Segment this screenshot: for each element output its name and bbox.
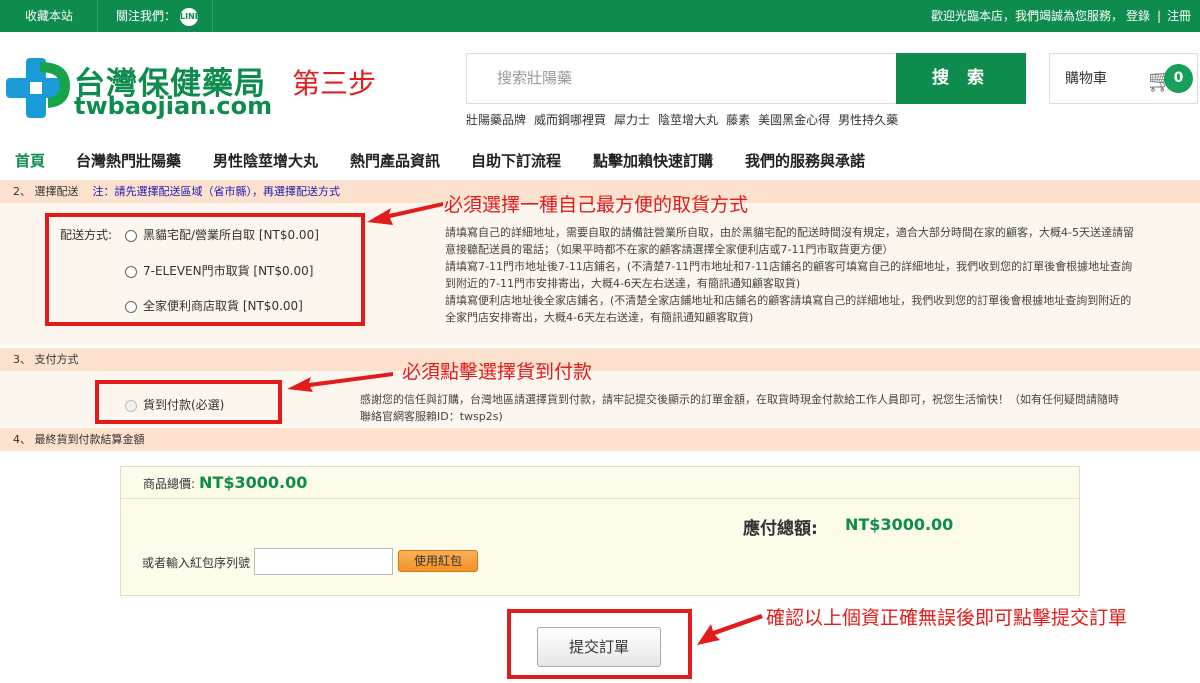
follow-us-link[interactable]: 關注我們： LINE <box>116 0 200 32</box>
nav-item-popular-products[interactable]: 台灣熱門壯陽藥 <box>76 146 181 176</box>
subtotal-row: 商品總價: NT$3000.00 <box>121 467 1079 499</box>
login-link[interactable]: 登錄 <box>1126 0 1150 32</box>
submit-highlight-box <box>507 609 692 679</box>
total-section-title: 4、 最終貨到付款結算金額 <box>13 433 145 446</box>
coupon-label: 或者輸入紅包序列號 <box>142 556 251 570</box>
hot-keyword-link[interactable]: 男性持久藥 <box>838 113 898 127</box>
medical-cross-icon <box>6 58 70 118</box>
coupon-code-input[interactable] <box>254 548 393 575</box>
site-logo[interactable]: 台灣保健藥局 twbaojian.com <box>4 56 272 122</box>
shipping-description: 請填寫自己的詳細地址，需要自取的請備註營業所自取，由於黑貓宅配的配送時間沒有規定… <box>445 224 1200 326</box>
nav-item-home[interactable]: 首頁 <box>15 146 45 176</box>
total-section-header: 4、 最終貨到付款結算金額 <box>0 428 1200 451</box>
hot-keyword-link[interactable]: 壯陽藥品牌 <box>466 113 526 127</box>
shipping-callout: 必須選擇一種自己最方便的取貨方式 <box>444 194 749 216</box>
payment-section-title: 3、 支付方式 <box>13 353 79 366</box>
shipping-arrow-icon <box>367 202 443 225</box>
shipping-description-line: 到附近的7-11門市安排寄出，大概4-6天左右送達，有簡訊通知顧客取貨) <box>445 277 801 290</box>
nav-item-order-guide[interactable]: 自助下訂流程 <box>471 146 561 176</box>
amount-due-value: NT$3000.00 <box>845 515 954 534</box>
subtotal-value: NT$3000.00 <box>199 473 308 492</box>
cart-count-badge: 0 <box>1164 64 1193 93</box>
welcome-text: 歡迎光臨本店，我們竭誠為您服務， <box>931 9 1124 23</box>
line-icon[interactable]: LINE <box>180 7 200 26</box>
payment-description-line: 感謝您的信任與訂購，台灣地區請選擇貨到付款，請牢記提交後顯示的訂單金額，在取貨時… <box>360 393 1119 406</box>
shipping-description-line: 請填寫自己的詳細地址，需要自取的請備註營業所自取，由於黑貓宅配的配送時間沒有規定… <box>445 226 1134 239</box>
nav-item-line-order[interactable]: 點擊加賴快速訂購 <box>593 146 713 176</box>
hot-keyword-link[interactable]: 威而鋼哪裡買 <box>534 113 606 127</box>
main-nav: 首頁 台灣熱門壯陽藥 男性陰莖增大丸 熱門產品資訊 自助下訂流程 點擊加賴快速訂… <box>0 146 1200 176</box>
follow-us-label: 關注我們： <box>116 9 177 23</box>
register-link[interactable]: 注冊 <box>1167 0 1191 32</box>
payment-highlight-box <box>95 380 282 424</box>
shipping-description-line: 意接聽配送員的電話；（如果平時都不在家的顧客請選擇全家便利店或7-11門市取貨更… <box>445 243 894 256</box>
top-bar: 收藏本站 關注我們： LINE 歡迎光臨本店，我們竭誠為您服務， 登錄 | 注冊 <box>0 0 1200 32</box>
use-coupon-button[interactable]: 使用紅包 <box>398 550 478 572</box>
bookmark-link[interactable]: 收藏本站 <box>25 0 73 32</box>
hot-keyword-link[interactable]: 犀力士 <box>614 113 650 127</box>
hot-keyword-link[interactable]: 陰莖增大丸 <box>658 113 718 127</box>
cart-button[interactable]: 購物車 🛒︎ 0 <box>1049 53 1198 104</box>
shipping-description-line: 請填寫7-11門市地址後7-11店鋪名，(不清楚7-11門市地址和7-11店鋪名… <box>445 260 1133 273</box>
nav-item-product-info[interactable]: 熱門產品資訊 <box>350 146 440 176</box>
search-button[interactable]: 搜 索 <box>896 53 1026 104</box>
top-bar-divider <box>97 0 98 32</box>
shipping-description-line: 請填寫便利店地址後全家店鋪名，(不清楚全家店鋪地址和店鋪名的顧客請填寫自己的詳細… <box>445 294 1132 307</box>
amount-due-label: 應付總額: <box>743 519 818 539</box>
payment-arrow-icon <box>287 372 393 392</box>
subtotal-label: 商品總價: <box>143 477 196 491</box>
logo-domain: twbaojian.com <box>74 92 273 120</box>
top-bar-separator: | <box>1157 9 1162 23</box>
top-bar-divider <box>212 0 213 32</box>
payment-section-header: 3、 支付方式 <box>0 348 1200 371</box>
submit-arrow-icon <box>697 614 763 645</box>
payment-description: 感謝您的信任與訂購，台灣地區請選擇貨到付款，請牢記提交後顯示的訂單金額，在取貨時… <box>360 391 1200 425</box>
shipping-description-line: 全家門店安排寄出，大概4-6天左右送達，有簡訊通知顧客取貨) <box>445 311 754 324</box>
shipping-section-title: 2、 選擇配送 <box>13 185 79 198</box>
search-input[interactable]: 搜索壯陽藥 <box>466 53 896 104</box>
hot-keywords: 壯陽藥品牌 威而鋼哪裡買 犀力士 陰莖增大丸 藤素 美國黑金心得 男性持久藥 <box>466 111 906 128</box>
payment-callout: 必須點擊選擇貨到付款 <box>402 361 593 383</box>
step-label: 第三步 <box>292 67 377 100</box>
hot-keyword-link[interactable]: 藤素 <box>726 113 750 127</box>
nav-item-enlargement-pills[interactable]: 男性陰莖增大丸 <box>213 146 318 176</box>
payment-description-line: 聯絡官網客服賴ID：twsp2s) <box>360 410 503 423</box>
order-summary: 商品總價: NT$3000.00 應付總額: NT$3000.00 或者輸入紅包序… <box>120 466 1080 596</box>
nav-item-service-promise[interactable]: 我們的服務與承諾 <box>745 146 865 176</box>
shipping-section-note: 注：請先選擇配送區域（省市縣），再選擇配送方式 <box>92 185 341 198</box>
submit-callout: 確認以上個資正確無誤後即可點擊提交訂單 <box>766 607 1128 629</box>
shipping-highlight-box <box>45 213 365 326</box>
cart-label: 購物車 <box>1065 71 1107 87</box>
hot-keyword-link[interactable]: 美國黑金心得 <box>758 113 830 127</box>
